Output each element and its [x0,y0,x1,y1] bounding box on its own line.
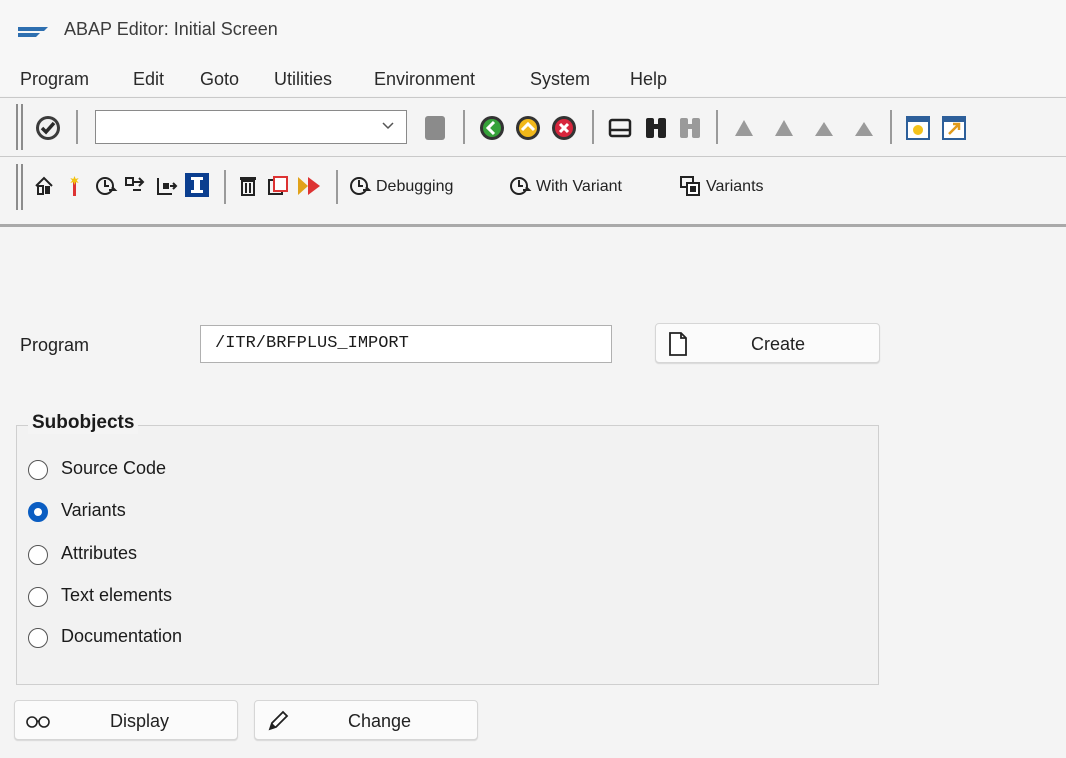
with-variant-button[interactable]: With Variant [536,178,622,196]
where-used-icon[interactable] [124,174,148,198]
command-field[interactable] [95,110,407,144]
delete-icon[interactable] [236,174,260,198]
create-button-label: Create [751,334,806,354]
radio-label: Variants [61,500,126,520]
toolbar-grip [16,104,18,150]
menu-system[interactable]: System [530,69,590,90]
object-list-icon[interactable] [154,174,178,198]
menu-edit[interactable]: Edit [133,69,164,90]
menu-goto[interactable]: Goto [200,69,239,90]
radio-button[interactable] [28,587,48,607]
pencil-icon [268,710,289,731]
execute-icon[interactable] [94,174,118,198]
chevron-down-icon[interactable] [380,117,396,133]
program-label: Program [20,335,90,355]
sap-logo-icon [18,27,48,37]
menu-utilities[interactable]: Utilities [274,69,332,90]
print-icon[interactable] [606,114,634,142]
menu-program[interactable]: Program [20,69,89,90]
rename-icon[interactable] [296,173,322,199]
glasses-icon [26,716,50,728]
copy-icon[interactable] [266,174,290,198]
change-button[interactable]: Change [254,700,478,740]
variants-icon[interactable] [678,174,702,198]
enter-check-icon[interactable] [34,114,62,142]
previous-page-icon[interactable] [770,114,798,142]
menu-environment[interactable]: Environment [374,69,475,90]
radio-label: Documentation [61,626,183,646]
create-button[interactable]: Create [655,323,880,363]
radio-button[interactable] [28,628,48,648]
debugging-button[interactable]: Debugging [376,178,453,196]
menu-bar: Program Edit Goto Utilities Environment … [0,62,1066,96]
debugging-icon[interactable] [348,174,372,198]
info-icon[interactable] [184,172,210,198]
new-session-icon[interactable] [904,114,932,142]
last-page-icon[interactable] [850,114,878,142]
radio-button[interactable] [28,460,48,480]
window-title: ABAP Editor: Initial Screen [64,19,278,39]
first-page-icon[interactable] [730,114,758,142]
new-document-icon [669,332,687,356]
radio-button[interactable] [28,545,48,565]
execute-with-variant-icon[interactable] [508,174,532,198]
radio-button-selected[interactable] [28,502,48,522]
back-icon[interactable] [478,114,506,142]
radio-label: Text elements [61,585,173,605]
next-page-icon[interactable] [810,114,838,142]
exit-icon[interactable] [514,114,542,142]
cancel-icon[interactable] [550,114,578,142]
shortcut-icon[interactable] [940,114,968,142]
program-input[interactable]: /ITR/BRFPLUS_IMPORT [200,325,612,363]
find-next-icon[interactable] [676,114,704,142]
radio-label: Source Code [61,458,167,478]
menu-help[interactable]: Help [630,69,667,90]
save-icon[interactable] [422,114,448,142]
other-object-icon[interactable] [32,174,56,198]
find-icon[interactable] [642,114,670,142]
display-button[interactable]: Display [14,700,238,740]
radio-label: Attributes [61,543,138,563]
change-button-label: Change [348,711,412,731]
title-bar: ABAP Editor: Initial Screen [0,0,1066,62]
display-button-label: Display [110,711,170,731]
check-syntax-icon[interactable] [62,174,86,198]
variants-button[interactable]: Variants [706,178,764,196]
subobjects-title: Subobjects [28,412,139,434]
